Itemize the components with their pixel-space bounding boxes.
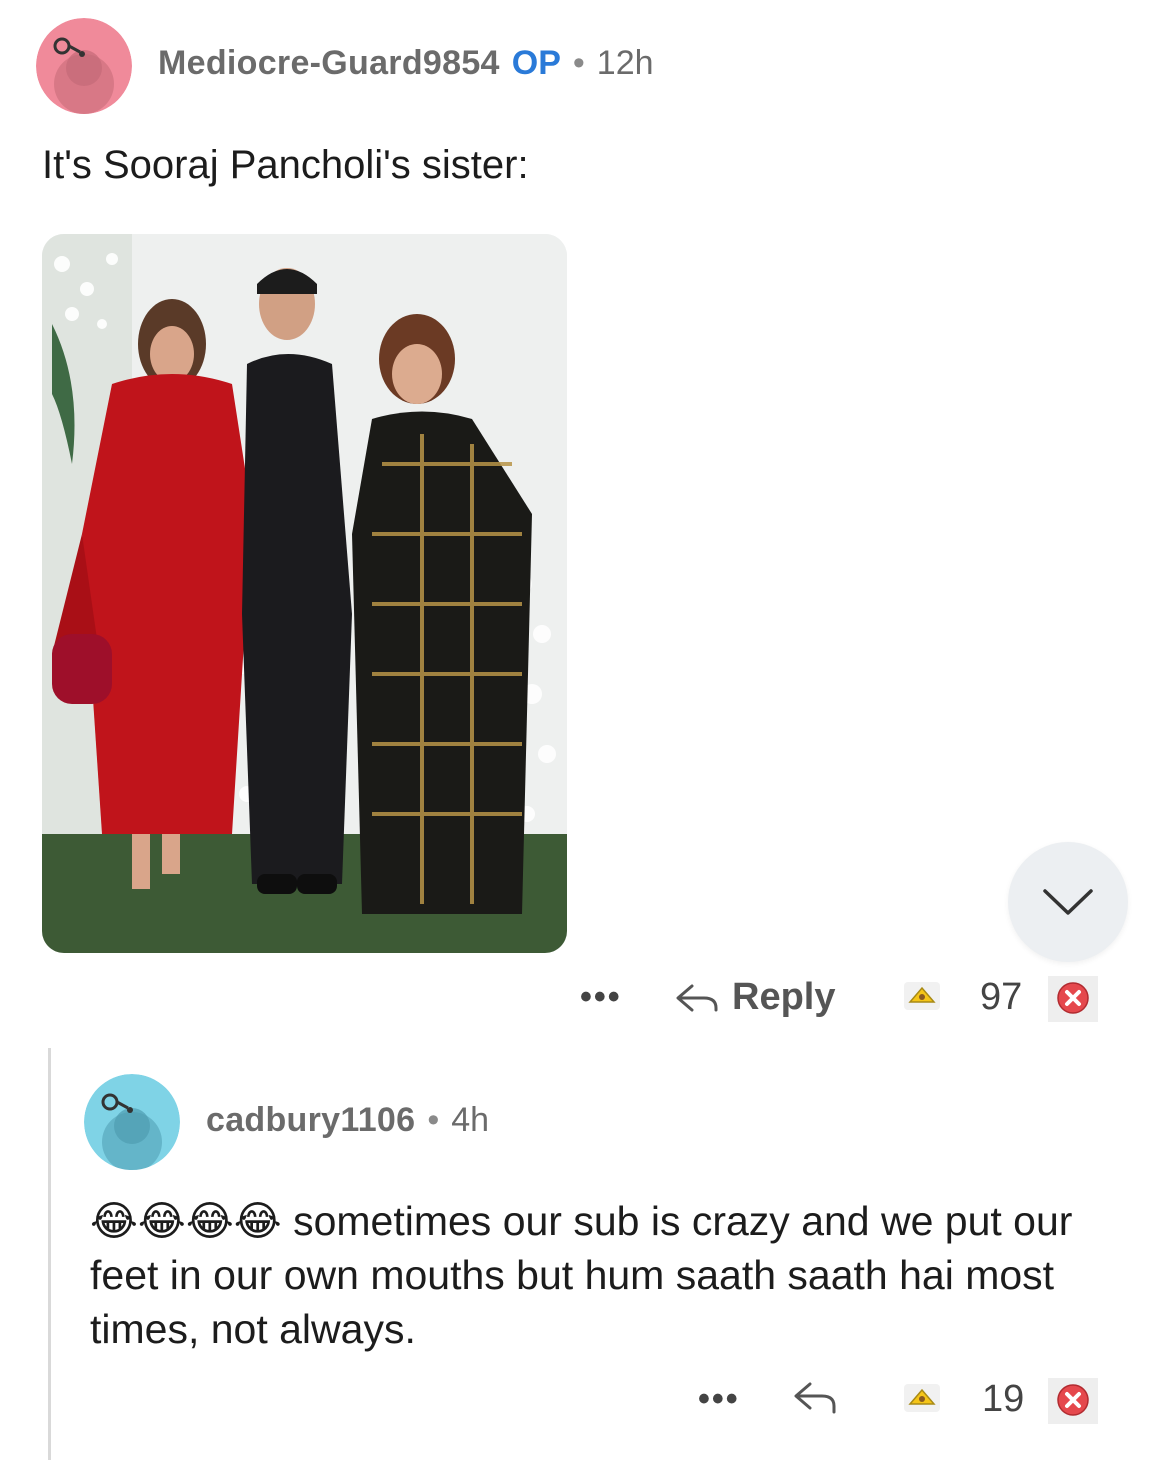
- laughing-emoji-icon: 😂: [90, 1198, 138, 1244]
- reply-timestamp: 4h: [451, 1101, 490, 1139]
- op-timestamp: 12h: [596, 44, 654, 82]
- reply-score: 19: [982, 1378, 1025, 1420]
- award-upvote-icon: [904, 982, 940, 1010]
- more-options-button[interactable]: •••: [580, 978, 622, 1017]
- thread-indent-line[interactable]: [48, 1048, 51, 1460]
- downvote-button[interactable]: [1048, 974, 1098, 1022]
- downvote-button[interactable]: [1048, 1376, 1098, 1424]
- downvote-x-icon: [1048, 1378, 1098, 1424]
- award-upvote-icon: [904, 1384, 940, 1412]
- reply-avatar[interactable]: [84, 1074, 180, 1170]
- laughing-emoji-icon: 😂: [137, 1198, 186, 1244]
- collapse-chevron-icon: [1043, 889, 1093, 915]
- reply-label: Reply: [732, 976, 836, 1018]
- op-meta: Mediocre-Guard9854 OP • 12h: [158, 44, 654, 83]
- collapse-thread-button[interactable]: [1008, 842, 1128, 962]
- op-score: 97: [980, 976, 1023, 1018]
- more-options-button[interactable]: •••: [698, 1380, 740, 1419]
- upvote-button[interactable]: [902, 1380, 942, 1416]
- op-username[interactable]: Mediocre-Guard9854: [158, 44, 500, 83]
- upvote-button[interactable]: [902, 978, 942, 1014]
- meta-separator: •: [427, 1101, 440, 1139]
- reply-arrow-icon: [676, 984, 718, 1011]
- reply-comment-body: 😂😂😂😂 sometimes our sub is crazy and we p…: [90, 1194, 1100, 1356]
- reply-arrow-icon: [794, 1382, 836, 1414]
- post-image[interactable]: [42, 234, 567, 953]
- laughing-emoji-icon: 😂: [233, 1198, 282, 1244]
- op-comment-text: It's Sooraj Pancholi's sister:: [42, 143, 529, 187]
- downvote-x-icon: [1048, 976, 1098, 1022]
- laughing-emoji-icon: 😂: [185, 1198, 234, 1244]
- reply-username[interactable]: cadbury1106: [206, 1101, 415, 1140]
- op-avatar[interactable]: [36, 18, 132, 114]
- reply-button[interactable]: Reply: [674, 976, 835, 1019]
- op-badge: OP: [511, 44, 561, 82]
- meta-separator: •: [572, 44, 585, 82]
- reply-button[interactable]: [792, 1378, 838, 1423]
- reply-meta: cadbury1106 • 4h: [206, 1101, 489, 1140]
